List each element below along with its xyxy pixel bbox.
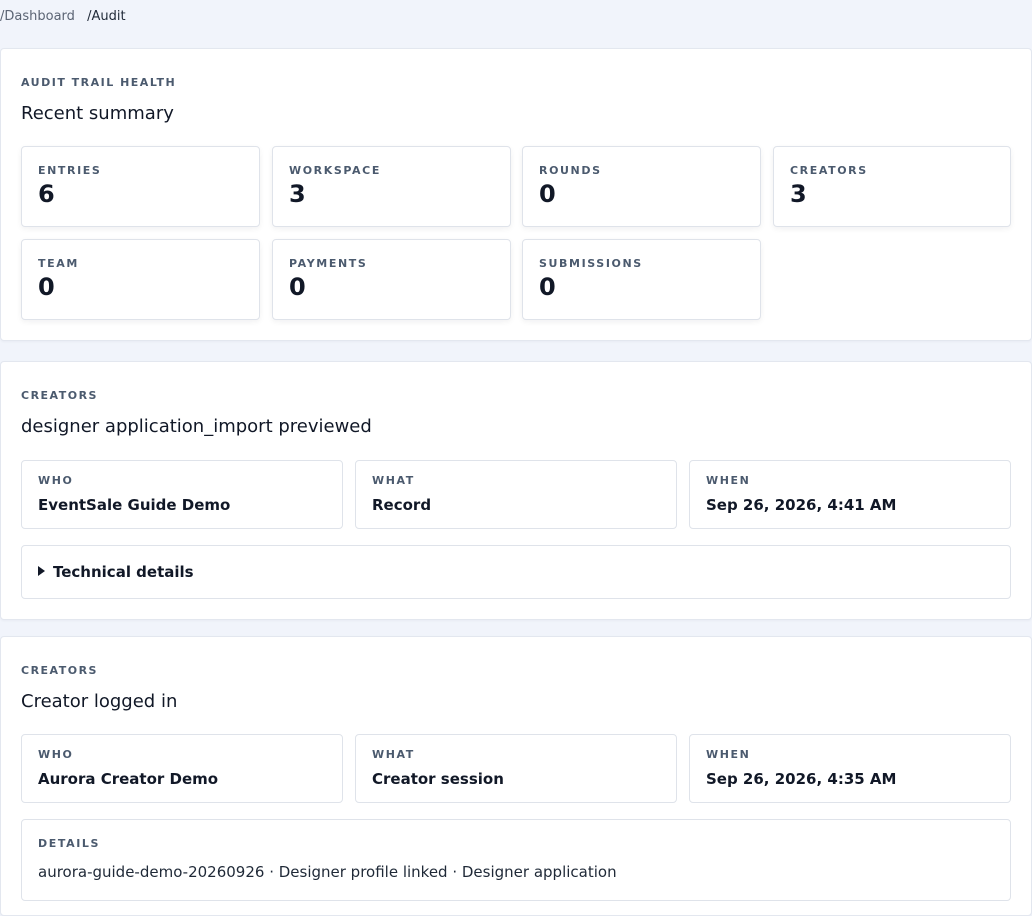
breadcrumb: /Dashboard /Audit	[0, 0, 1032, 33]
stat-value: 3	[289, 180, 306, 208]
entry-category: CREATORS	[21, 664, 98, 677]
stat-label: TEAM	[38, 257, 79, 270]
who-value: Aurora Creator Demo	[38, 770, 219, 788]
stat-value: 0	[539, 180, 556, 208]
breadcrumb-dashboard-link[interactable]: /Dashboard	[0, 9, 75, 24]
stat-card-workspace: WORKSPACE 3	[272, 146, 511, 227]
stat-value: 0	[539, 273, 556, 301]
stat-card-creators: CREATORS 3	[773, 146, 1011, 227]
stat-value: 0	[289, 273, 306, 301]
when-label: WHEN	[706, 474, 751, 487]
when-value: Sep 26, 2026, 4:41 AM	[706, 496, 897, 514]
who-label: WHO	[38, 748, 74, 761]
stat-value: 0	[38, 273, 55, 301]
stat-label: WORKSPACE	[289, 164, 381, 177]
audit-summary-panel: AUDIT TRAIL HEALTH Recent summary ENTRIE…	[0, 48, 1032, 341]
stat-label: PAYMENTS	[289, 257, 368, 270]
entry-who-card: WHO Aurora Creator Demo	[21, 734, 343, 803]
stat-card-submissions: SUBMISSIONS 0	[522, 239, 761, 320]
entry-when-card: WHEN Sep 26, 2026, 4:35 AM	[689, 734, 1011, 803]
technical-details-toggle[interactable]: Technical details	[21, 545, 1011, 599]
entry-when-card: WHEN Sep 26, 2026, 4:41 AM	[689, 460, 1011, 529]
entry-category: CREATORS	[21, 389, 98, 402]
who-value: EventSale Guide Demo	[38, 496, 231, 514]
entry-what-card: WHAT Record	[355, 460, 677, 529]
stat-label: ENTRIES	[38, 164, 102, 177]
audit-entry: CREATORS designer application_import pre…	[0, 361, 1032, 620]
when-label: WHEN	[706, 748, 751, 761]
entry-details-box: DETAILS aurora-guide-demo-20260926 · Des…	[21, 819, 1011, 901]
stat-card-team: TEAM 0	[21, 239, 260, 320]
entry-who-card: WHO EventSale Guide Demo	[21, 460, 343, 529]
what-value: Creator session	[372, 770, 504, 788]
summary-title: Recent summary	[21, 103, 174, 124]
audit-entry: CREATORS Creator logged in WHO Aurora Cr…	[0, 636, 1032, 916]
entry-title: designer application_import previewed	[21, 416, 372, 437]
stat-card-rounds: ROUNDS 0	[522, 146, 761, 227]
stat-label: SUBMISSIONS	[539, 257, 643, 270]
stat-value: 6	[38, 180, 55, 208]
technical-details-label: Technical details	[53, 563, 194, 581]
stat-card-entries: ENTRIES 6	[21, 146, 260, 227]
caret-right-icon	[38, 566, 45, 576]
stat-label: CREATORS	[790, 164, 868, 177]
who-label: WHO	[38, 474, 74, 487]
stat-value: 3	[790, 180, 807, 208]
details-label: DETAILS	[38, 837, 101, 850]
when-value: Sep 26, 2026, 4:35 AM	[706, 770, 897, 788]
what-label: WHAT	[372, 474, 415, 487]
breadcrumb-current: /Audit	[87, 9, 126, 24]
details-value: aurora-guide-demo-20260926 · Designer pr…	[38, 863, 617, 881]
what-value: Record	[372, 496, 432, 514]
summary-eyebrow: AUDIT TRAIL HEALTH	[21, 76, 177, 89]
entry-title: Creator logged in	[21, 691, 178, 712]
stat-card-payments: PAYMENTS 0	[272, 239, 511, 320]
entry-what-card: WHAT Creator session	[355, 734, 677, 803]
what-label: WHAT	[372, 748, 415, 761]
stat-label: ROUNDS	[539, 164, 602, 177]
